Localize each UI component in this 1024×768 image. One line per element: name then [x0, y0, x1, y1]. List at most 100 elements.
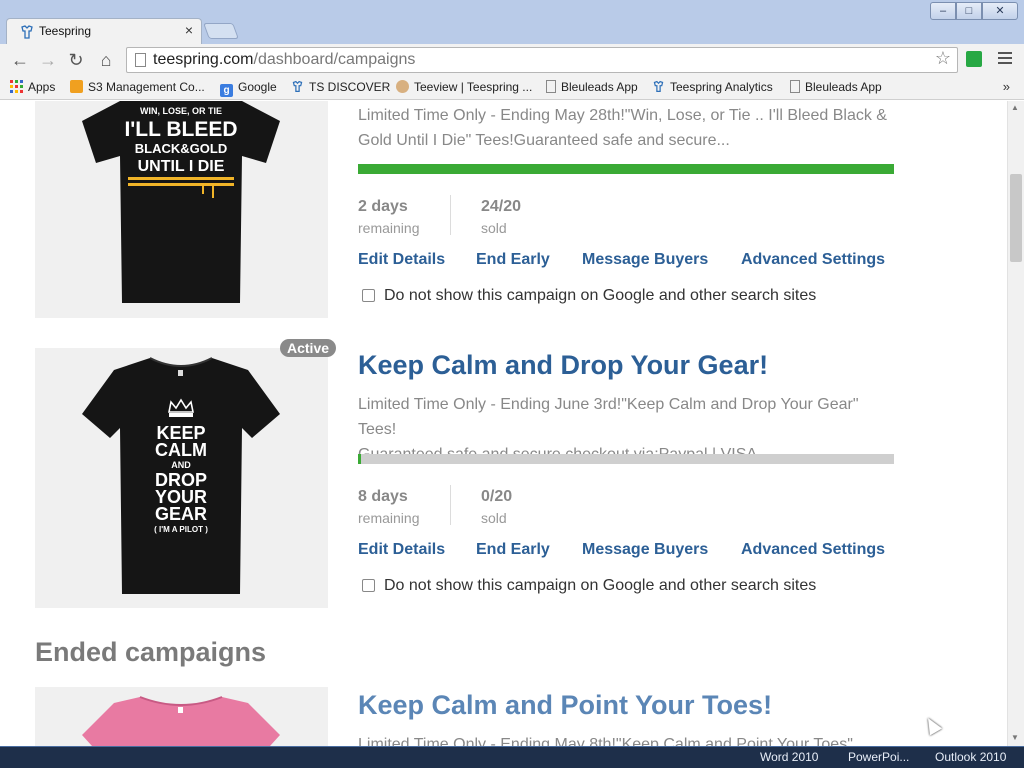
days-remaining-value: 8 days — [358, 488, 408, 505]
shirt-text: UNTIL I DIE — [138, 158, 225, 175]
menu-icon[interactable] — [998, 52, 1012, 67]
reload-icon[interactable]: ↻ — [66, 50, 86, 70]
taskbar-item-powerpoint[interactable]: PowerPoi... — [848, 750, 926, 767]
sold-value: 0/20 — [481, 488, 513, 505]
hide-from-search-label: Do not show this campaign on Google and … — [384, 577, 817, 594]
os-taskbar: Word 2010 PowerPoi... Outlook 2010 — [0, 746, 1024, 768]
bookmark-s3[interactable]: S3 Management Co... — [70, 80, 205, 94]
stats-divider — [450, 195, 451, 235]
bookmark-star-icon[interactable]: ☆ — [935, 48, 951, 69]
campaign-progress-bar — [358, 164, 894, 174]
message-buyers-link[interactable]: Message Buyers — [582, 541, 708, 559]
bookmark-teespring-analytics[interactable]: Teespring Analytics — [652, 80, 773, 94]
google-icon: g — [220, 84, 233, 97]
teespring-favicon-icon — [21, 25, 33, 39]
hide-from-search-checkbox[interactable] — [362, 289, 375, 302]
shirt-text: BLACK&GOLD — [135, 141, 227, 156]
advanced-settings-link[interactable]: Advanced Settings — [741, 541, 885, 559]
campaign-image-box[interactable]: KEEP CALM AND DROP YOUR GEAR ( I'M A PIL… — [35, 348, 328, 608]
message-buyers-link[interactable]: Message Buyers — [582, 251, 708, 269]
extension-icon[interactable] — [966, 51, 982, 67]
scroll-thumb[interactable] — [1010, 174, 1022, 262]
campaign-title-link[interactable]: Keep Calm and Drop Your Gear! — [358, 350, 768, 381]
shirt-text: WIN, LOSE, OR TIE — [140, 106, 222, 116]
bookmark-bleuleads-2[interactable]: Bleuleads App — [790, 80, 882, 94]
bookmark-label: TS DISCOVER — [309, 80, 391, 94]
end-early-link[interactable]: End Early — [476, 541, 550, 559]
url-text: teespring.com/dashboard/campaigns — [153, 51, 415, 69]
shirt-text: AND — [171, 460, 191, 470]
bookmarks-bar: Apps S3 Management Co... g Google TS DISC… — [0, 76, 1024, 100]
description-line: Limited Time Only - Ending May 28th!"Win… — [358, 107, 887, 124]
window-close-button[interactable]: ✕ — [982, 2, 1018, 20]
stats-divider — [450, 485, 451, 525]
new-tab-button[interactable] — [203, 23, 239, 39]
bookmark-apps[interactable]: Apps — [10, 80, 55, 94]
bookmark-bleuleads-1[interactable]: Bleuleads App — [546, 80, 638, 94]
sold-value: 24/20 — [481, 198, 522, 215]
tshirt-image: WIN, LOSE, OR TIE I'LL BLEED BLACK&GOLD … — [82, 101, 280, 303]
campaign-image-box[interactable]: WIN, LOSE, OR TIE I'LL BLEED BLACK&GOLD … — [35, 101, 328, 318]
bookmark-label: Bleuleads App — [805, 80, 882, 94]
bookmark-ts-discover[interactable]: TS DISCOVER — [291, 80, 390, 94]
campaign-progress-bar — [358, 454, 894, 464]
edit-details-link[interactable]: Edit Details — [358, 251, 445, 269]
bookmark-label: Bleuleads App — [561, 80, 638, 94]
maximize-button[interactable]: □ — [956, 2, 982, 20]
home-icon[interactable]: ⌂ — [96, 50, 116, 70]
browser-tab[interactable]: Teespring × — [6, 18, 202, 44]
days-remaining-label: remaining — [358, 220, 420, 236]
teespring-icon — [292, 80, 303, 92]
sold-label: sold — [481, 510, 507, 526]
shirt-text: CALM — [155, 440, 207, 460]
days-remaining-label: remaining — [358, 510, 420, 526]
hide-from-search-label: Do not show this campaign on Google and … — [384, 287, 817, 304]
tab-close-icon[interactable]: × — [185, 22, 193, 38]
advanced-settings-link[interactable]: Advanced Settings — [741, 251, 885, 269]
scroll-up-arrow-icon[interactable]: ▲ — [1011, 103, 1019, 112]
bookmarks-overflow-icon[interactable]: » — [1003, 79, 1010, 94]
shirt-text: ( I'M A PILOT ) — [154, 525, 208, 534]
taskbar-item-word[interactable]: Word 2010 — [760, 750, 840, 767]
end-early-link[interactable]: End Early — [476, 251, 550, 269]
campaign-image-box[interactable] — [35, 687, 328, 746]
description-line: Gold Until I Die" Tees!Guaranteed safe a… — [358, 132, 730, 149]
description-line: Limited Time Only - Ending June 3rd!"Kee… — [358, 396, 859, 438]
page-icon — [546, 80, 556, 93]
bookmark-teeview[interactable]: Teeview | Teespring ... — [396, 80, 532, 94]
page-icon — [790, 80, 800, 93]
sold-label: sold — [481, 220, 507, 236]
bookmark-label: Apps — [28, 80, 56, 94]
tshirt-image — [82, 696, 280, 746]
ended-campaigns-heading: Ended campaigns — [35, 637, 267, 667]
campaign-title-link[interactable]: Keep Calm and Point Your Toes! — [358, 690, 772, 721]
progress-fill — [358, 454, 362, 464]
hide-from-search-checkbox[interactable] — [362, 579, 375, 592]
window-titlebar: Teespring × ‒ □ ✕ — [0, 0, 1024, 44]
edit-details-link[interactable]: Edit Details — [358, 541, 445, 559]
url-path: /dashboard/campaigns — [253, 51, 416, 68]
page-icon — [135, 53, 146, 67]
shirt-text: I'LL BLEED — [124, 118, 237, 141]
campaign-description: Limited Time Only - Ending May 28th!"Win… — [358, 103, 898, 153]
s3-cube-icon — [70, 80, 83, 93]
bookmark-label: Teespring Analytics — [670, 80, 773, 94]
tshirt-image: KEEP CALM AND DROP YOUR GEAR ( I'M A PIL… — [82, 357, 280, 594]
bookmark-label: Teeview | Teespring ... — [414, 80, 533, 94]
shirt-text: GEAR — [155, 504, 207, 524]
page-viewport: WIN, LOSE, OR TIE I'LL BLEED BLACK&GOLD … — [0, 101, 1007, 746]
back-arrow-icon[interactable]: ← — [10, 50, 30, 70]
browser-toolbar: ← → ↻ ⌂ teespring.com/dashboard/campaign… — [0, 44, 1024, 76]
page-scrollbar[interactable]: ▲ ▼ — [1007, 101, 1024, 746]
bookmark-google[interactable]: g Google — [220, 80, 277, 97]
forward-arrow-icon[interactable]: → — [38, 50, 58, 70]
days-remaining-value: 2 days — [358, 198, 408, 215]
progress-fill — [358, 164, 894, 174]
scroll-down-arrow-icon[interactable]: ▼ — [1011, 733, 1019, 742]
bookmark-label: S3 Management Co... — [88, 80, 205, 94]
tab-title: Teespring — [39, 24, 92, 38]
bookmark-label: Google — [238, 80, 277, 94]
minimize-button[interactable]: ‒ — [930, 2, 956, 20]
address-bar[interactable]: teespring.com/dashboard/campaigns ☆ — [126, 47, 958, 73]
taskbar-item-outlook[interactable]: Outlook 2010 — [935, 750, 1021, 767]
